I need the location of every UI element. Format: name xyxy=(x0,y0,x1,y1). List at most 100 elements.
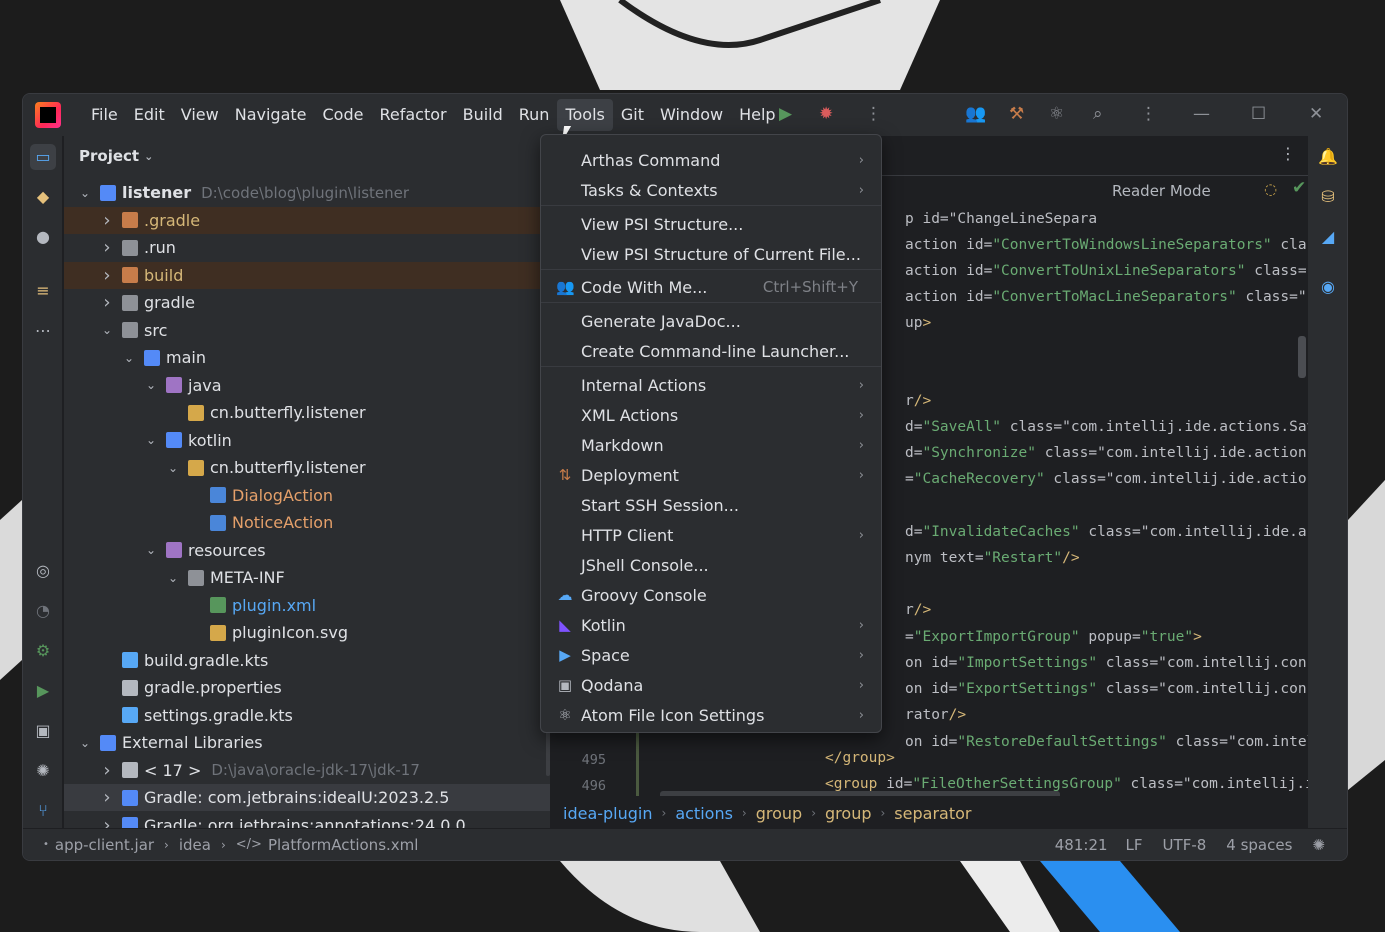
gear-icon[interactable]: ⚙ xyxy=(30,638,56,664)
inspection-ok-icon[interactable]: ✔ xyxy=(1292,178,1306,198)
project-header[interactable]: Project ⌄ xyxy=(64,136,550,176)
tree-row[interactable]: ⌄ META-INF xyxy=(64,564,550,591)
tools-menu-item[interactable]: Internal Actions › xyxy=(544,370,878,400)
code-with-me-icon[interactable]: 👥 xyxy=(965,104,986,124)
tools-menu-item[interactable]: ▶ Space › xyxy=(544,640,878,670)
menu-navigate[interactable]: Navigate xyxy=(227,99,315,131)
tree-row[interactable]: NoticeAction xyxy=(64,509,550,536)
chevron-right-icon[interactable]: › xyxy=(100,760,114,781)
status-path-dir[interactable]: idea xyxy=(179,836,211,854)
tools-menu-item[interactable]: HTTP Client › xyxy=(544,520,878,550)
breadcrumb-item[interactable]: idea-plugin xyxy=(563,804,653,823)
tree-row[interactable]: › < 17 > D:\java\oracle-jdk-17\jdk-17 xyxy=(64,757,550,784)
tree-row[interactable]: build.gradle.kts xyxy=(64,647,550,674)
notifications-icon[interactable]: 🔔 xyxy=(1315,144,1341,170)
intellij-logo-icon[interactable] xyxy=(35,102,61,128)
chevron-right-icon[interactable]: › xyxy=(100,292,114,313)
line-separator[interactable]: LF xyxy=(1126,836,1143,854)
editor-scrollbar[interactable] xyxy=(1298,336,1306,378)
tree-row[interactable]: settings.gradle.kts xyxy=(64,702,550,729)
tools-menu-item[interactable]: Markdown › xyxy=(544,430,878,460)
menu-view[interactable]: View xyxy=(173,99,227,131)
chevron-down-icon[interactable]: ⌄ xyxy=(144,378,158,392)
project-tool-icon[interactable]: ▭ xyxy=(30,144,56,170)
tools-menu-item[interactable]: ⚛ Atom File Icon Settings › xyxy=(544,700,878,730)
commit-icon[interactable]: ◆ xyxy=(30,184,56,210)
close-icon[interactable]: ✕ xyxy=(1309,104,1323,124)
chevron-down-icon[interactable]: ⌄ xyxy=(144,433,158,447)
caret-position[interactable]: 481:21 xyxy=(1055,836,1108,854)
tree-row[interactable]: cn.butterfly.listener xyxy=(64,399,550,426)
terminal-icon[interactable]: ▣ xyxy=(30,718,56,744)
menu-window[interactable]: Window xyxy=(652,99,731,131)
chevron-down-icon[interactable]: ⌄ xyxy=(166,461,180,475)
debug-icon[interactable]: ✹ xyxy=(819,104,833,124)
file-encoding[interactable]: UTF-8 xyxy=(1163,836,1207,854)
gradle-tool-icon[interactable]: ◢ xyxy=(1315,224,1341,250)
status-path-jar[interactable]: app-client.jar xyxy=(55,836,154,854)
menu-refactor[interactable]: Refactor xyxy=(371,99,454,131)
git-branch-icon[interactable]: ⑂ xyxy=(30,798,56,824)
menu-run[interactable]: Run xyxy=(511,99,558,131)
chevron-down-icon[interactable]: ⌄ xyxy=(166,571,180,585)
run-tool-icon[interactable]: ▶ xyxy=(30,678,56,704)
chevron-right-icon[interactable]: › xyxy=(100,237,114,258)
menu-git[interactable]: Git xyxy=(613,99,652,131)
run-icon[interactable]: ▶ xyxy=(779,104,792,124)
inspection-warning-icon[interactable]: ◌ xyxy=(1264,180,1277,198)
tools-menu-item[interactable]: View PSI Structure of Current File... xyxy=(544,239,878,269)
tree-row[interactable]: pluginIcon.svg xyxy=(64,619,550,646)
tools-menu-item[interactable]: Arthas Command › xyxy=(544,145,878,175)
minimize-icon[interactable]: — xyxy=(1193,104,1210,124)
tree-row[interactable]: › Gradle: com.jetbrains:idealU:2023.2.5 xyxy=(64,784,550,811)
more-tabs-icon[interactable]: ⋮ xyxy=(1280,144,1296,163)
plugin-devkit-icon[interactable]: ⚛ xyxy=(1049,104,1064,124)
tree-row[interactable]: plugin.xml xyxy=(64,592,550,619)
structure-icon[interactable]: ≡ xyxy=(30,278,56,304)
tree-row[interactable]: › build xyxy=(64,261,550,289)
breadcrumb-item[interactable]: group xyxy=(825,804,871,823)
tree-row[interactable]: › gradle xyxy=(64,289,550,316)
tools-menu-item[interactable]: Tasks & Contexts › xyxy=(544,175,878,205)
chevron-down-icon[interactable]: ⌄ xyxy=(122,351,136,365)
tools-menu-item[interactable]: ⇅ Deployment › xyxy=(544,460,878,490)
indent-setting[interactable]: 4 spaces xyxy=(1226,836,1292,854)
menu-code[interactable]: Code xyxy=(315,99,372,131)
chevron-right-icon[interactable]: › xyxy=(100,210,114,231)
chevron-down-icon[interactable]: ⌄ xyxy=(100,323,114,337)
search-icon[interactable]: ⌕ xyxy=(1093,104,1103,124)
breadcrumb-item[interactable]: actions xyxy=(675,804,733,823)
database-icon[interactable]: ⛁ xyxy=(1315,184,1341,210)
tree-row[interactable]: ⌄ java xyxy=(64,372,550,399)
chevron-down-icon[interactable]: ⌄ xyxy=(78,736,92,750)
maximize-icon[interactable]: ☐ xyxy=(1251,104,1266,124)
tree-row[interactable]: › .run xyxy=(64,234,550,261)
copilot-icon[interactable]: ◉ xyxy=(1315,274,1341,300)
profiler-icon[interactable]: ◔ xyxy=(30,598,56,624)
build-tools-icon[interactable]: ⚒ xyxy=(1009,104,1024,124)
tools-menu-item[interactable]: 👥 Code With Me... Ctrl+Shift+Y xyxy=(544,272,878,302)
power-save-icon[interactable]: ✺ xyxy=(1312,836,1325,854)
menu-file[interactable]: File xyxy=(83,99,126,131)
tools-menu-item[interactable]: ☁ Groovy Console xyxy=(544,580,878,610)
chevron-down-icon[interactable]: ⌄ xyxy=(78,186,92,200)
more-tools-icon[interactable]: ⋯ xyxy=(30,318,56,344)
chevron-right-icon[interactable]: › xyxy=(100,787,114,808)
tools-menu-item[interactable]: View PSI Structure... xyxy=(544,209,878,239)
tree-row[interactable]: ⌄ cn.butterfly.listener xyxy=(64,454,550,481)
tools-menu-item[interactable]: Create Command-line Launcher... xyxy=(544,336,878,366)
status-path-file[interactable]: PlatformActions.xml xyxy=(268,836,418,854)
menu-edit[interactable]: Edit xyxy=(126,99,173,131)
menu-build[interactable]: Build xyxy=(455,99,511,131)
settings-more-icon[interactable]: ⋮ xyxy=(1140,104,1157,124)
tree-row[interactable]: gradle.properties xyxy=(64,674,550,701)
tools-menu-item[interactable]: ▣ Qodana › xyxy=(544,670,878,700)
reader-mode-label[interactable]: Reader Mode xyxy=(1112,182,1211,200)
tools-menu-item[interactable]: XML Actions › xyxy=(544,400,878,430)
tree-row[interactable]: DialogAction xyxy=(64,482,550,509)
tree-row[interactable]: ⌄ src xyxy=(64,317,550,344)
github-icon[interactable]: ● xyxy=(30,224,56,250)
tree-row[interactable]: ⌄ resources xyxy=(64,537,550,564)
tree-row[interactable]: ⌄ main xyxy=(64,344,550,371)
tools-menu-item[interactable]: JShell Console... xyxy=(544,550,878,580)
